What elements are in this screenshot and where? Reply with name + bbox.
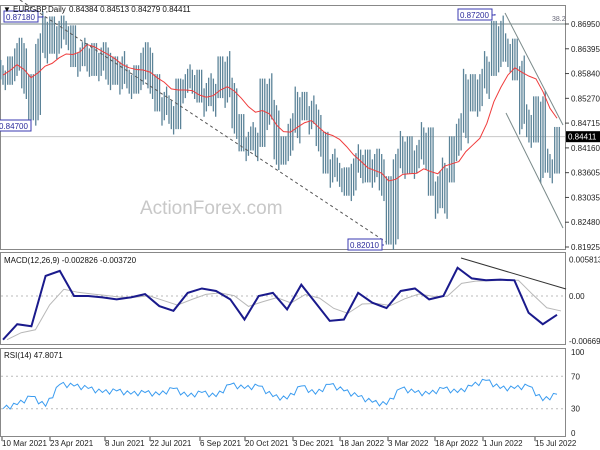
axes: 0.86950 0.86395 0.85840 0.85270 0.84715 0.841… <box>1 20 600 448</box>
moving-average-line <box>2 43 558 182</box>
price-tick-label: 0.84715 <box>571 119 600 128</box>
macd-trendline <box>460 257 567 290</box>
rsi-plot <box>1 375 565 410</box>
rsi-panel-frame <box>0 348 566 437</box>
price-tick-label: 0.83035 <box>571 193 600 202</box>
date-tick-label: 15 Jul 2022 <box>535 439 577 448</box>
macd-signal-line <box>6 279 562 341</box>
date-tick-label: 18 Jan 2022 <box>340 439 385 448</box>
price-tick-label: 0.85270 <box>571 94 600 103</box>
date-tick-label: 8 Jun 2021 <box>105 439 145 448</box>
ohlc-readout: 0.84384 0.84513 0.84279 0.84411 <box>69 5 191 14</box>
rsi-tick-label: 0 <box>571 429 576 438</box>
level-label-text: 0.87200 <box>460 11 489 20</box>
date-tick-label: 18 Apr 2022 <box>435 439 479 448</box>
rsi-tick-label: 30 <box>571 405 580 414</box>
level-label-text: 0.82010 <box>350 241 379 250</box>
chart-title: EURGBP,Daily <box>13 5 66 14</box>
price-tick-label: 0.82480 <box>571 218 600 227</box>
price-plot: 38.2 0.87180 0.84700 0.87200 0.82010 <box>0 0 566 251</box>
rsi-line <box>2 378 558 410</box>
date-tick-label: 6 Sep 2021 <box>200 439 241 448</box>
macd-panel-frame <box>0 252 566 345</box>
eurgbp-chart: ActionForex.com 38.2 0.87180 0.84700 0.8720… <box>0 0 600 448</box>
macd-title: MACD(12,26,9) -0.002826 -0.003720 <box>4 256 137 265</box>
date-tick-label: 3 Mar 2022 <box>388 439 429 448</box>
date-tick-label: 1 Jun 2022 <box>483 439 523 448</box>
date-tick-label: 23 Apr 2021 <box>50 439 94 448</box>
macd-plot <box>1 257 567 341</box>
watermark: ActionForex.com <box>140 198 283 219</box>
price-tick-label: 0.86950 <box>571 20 600 29</box>
macd-line <box>2 266 558 341</box>
chart-menu-arrow-icon[interactable]: ▼ <box>3 5 11 14</box>
rsi-tick-label: 100 <box>571 348 585 357</box>
macd-tick-label: 0.005813 <box>569 256 600 265</box>
macd-tick-label: 0.00 <box>569 292 585 301</box>
macd-tick-label: -0.006699 <box>569 337 600 346</box>
date-tick-label: 3 Dec 2021 <box>293 439 334 448</box>
date-tick-label: 10 Mar 2021 <box>2 439 47 448</box>
date-tick-label: 22 Jul 2021 <box>150 439 192 448</box>
price-tick-label: 0.85840 <box>571 70 600 79</box>
rsi-tick-label: 70 <box>571 372 580 381</box>
date-tick-label: 20 Oct 2021 <box>245 439 289 448</box>
rsi-title: RSI(14) 47.8071 <box>4 351 63 360</box>
price-tick-label: 0.84160 <box>571 144 600 153</box>
price-tick-label: 0.81925 <box>571 243 600 252</box>
fib-38-2-label: 38.2 <box>552 16 566 23</box>
price-tick-label: 0.83605 <box>571 169 600 178</box>
level-label-text: 0.84700 <box>0 122 28 131</box>
current-price-label: 0.84411 <box>568 133 597 142</box>
price-tick-label: 0.86395 <box>571 45 600 54</box>
level-label-text: 0.87180 <box>6 13 35 22</box>
